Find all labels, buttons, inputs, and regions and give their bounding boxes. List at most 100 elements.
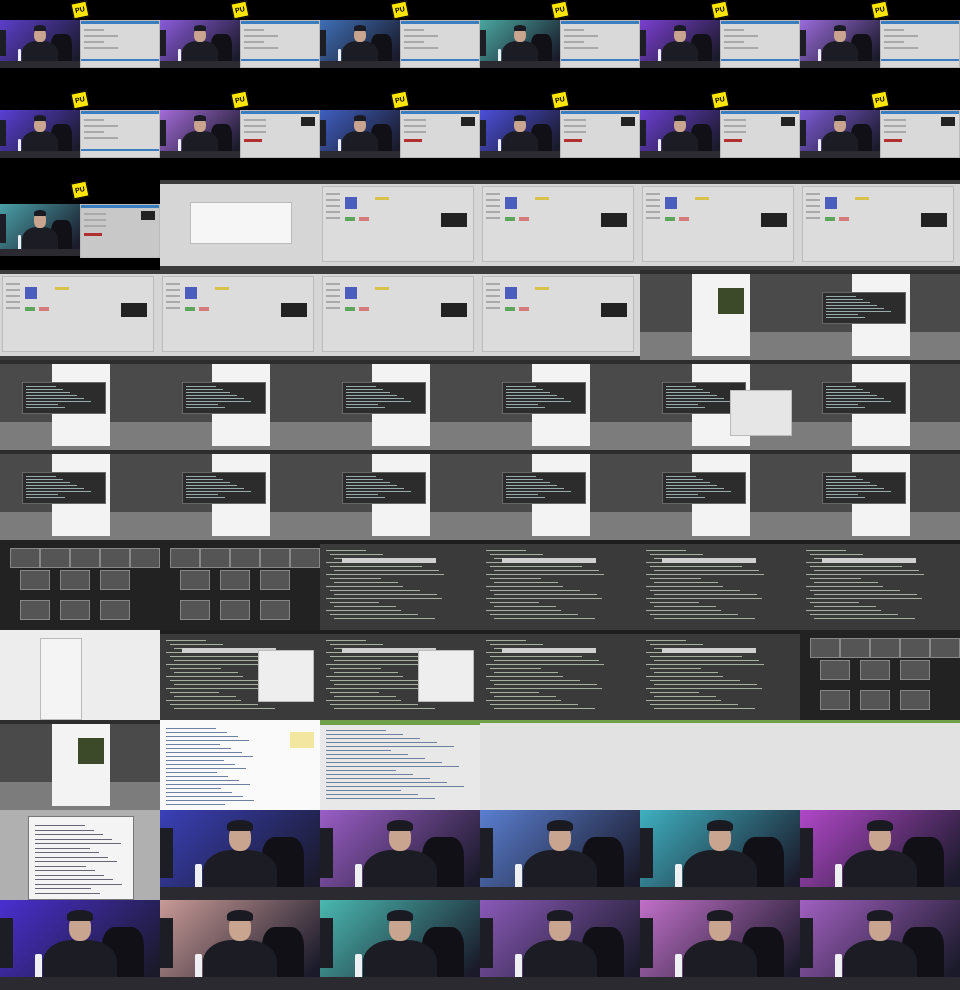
webcam-view: [800, 810, 960, 900]
text-row: [884, 125, 906, 127]
frame: [800, 630, 960, 720]
streamer: [0, 900, 160, 990]
terminal-line: [666, 407, 705, 408]
code-line: [494, 570, 599, 571]
code-line: [654, 684, 757, 685]
dark-table: [441, 303, 467, 317]
terminal-line: [346, 494, 378, 495]
frame: PU: [320, 0, 480, 90]
text-row: [84, 131, 104, 133]
desktop-gray: [160, 360, 320, 450]
red-indicator: [724, 139, 742, 142]
frame: [320, 630, 480, 720]
text-row: [326, 193, 340, 195]
window-thumbnail: [100, 600, 130, 620]
code-line: [490, 704, 578, 705]
cap: [707, 819, 733, 831]
text-line: [326, 786, 464, 787]
cap: [353, 115, 367, 122]
webcam-box: [640, 110, 720, 158]
desk: [640, 61, 720, 68]
text-line: [326, 750, 391, 751]
top-panel: [480, 630, 640, 634]
text-row: [166, 283, 180, 285]
code-line: [490, 692, 539, 693]
code-line: [330, 668, 381, 669]
text-row: [486, 199, 500, 201]
top-panel: [160, 630, 320, 634]
webcam-view: [0, 20, 80, 68]
text-row: [806, 205, 820, 207]
code-line: [810, 614, 898, 615]
yellow-sticker-icon: PU: [70, 90, 90, 110]
yellow-label: [855, 197, 869, 200]
monitor: [480, 29, 487, 56]
monitor: [320, 29, 327, 56]
code-line: [486, 676, 563, 677]
terminal-line: [826, 302, 870, 303]
desk: [0, 977, 160, 990]
terminal-line: [346, 392, 390, 393]
monitor: [480, 828, 493, 878]
desk: [0, 151, 80, 158]
code-line: [646, 640, 686, 641]
code-line: [654, 696, 716, 697]
terminal-line: [186, 497, 225, 498]
text-row: [404, 119, 426, 121]
terminal-line: [26, 407, 65, 408]
frame: [160, 540, 320, 630]
desktop-gray: [0, 360, 160, 450]
terminal-header: [662, 648, 756, 653]
terminal-line: [26, 392, 70, 393]
desktop-gray: [800, 450, 960, 540]
streamer: [640, 810, 800, 900]
frame: [160, 810, 320, 900]
code-line: [494, 696, 556, 697]
dark-table: [601, 213, 627, 227]
desk: [320, 61, 400, 68]
file-row: [35, 870, 95, 871]
terminal-line: [506, 398, 564, 399]
file-row: [35, 847, 90, 849]
app-window: [322, 276, 474, 352]
window-thumbnail: [100, 548, 130, 568]
text-row: [564, 35, 598, 37]
code-line: [654, 570, 759, 571]
terminal-line: [666, 485, 717, 486]
streamer: [480, 110, 560, 158]
terminal-line: [346, 404, 378, 405]
code-line: [326, 676, 403, 677]
text-line: [326, 798, 435, 799]
terminal-line: [666, 404, 698, 405]
code-line: [646, 700, 721, 701]
result-line: [166, 748, 231, 749]
file-manager: [0, 810, 160, 900]
code-line: [486, 574, 604, 575]
desktop-dark: [640, 540, 800, 630]
terminal-line: [26, 389, 63, 390]
terminal-line: [826, 488, 884, 489]
text-row: [84, 137, 118, 139]
code-line: [494, 606, 556, 607]
text-row: [6, 307, 20, 309]
result-line: [166, 728, 216, 729]
code-line: [486, 550, 526, 551]
terminal-line: [186, 395, 237, 396]
window-thumbnail: [130, 548, 160, 568]
webcam-box: [320, 20, 400, 68]
cap: [33, 115, 47, 122]
frame: [0, 810, 160, 900]
streamer: [800, 20, 880, 68]
window-thumbnail: [860, 690, 890, 710]
code-line: [494, 582, 558, 583]
red-indicator: [244, 139, 262, 142]
terminal-line: [346, 485, 397, 486]
text-row: [404, 29, 424, 31]
frame: [0, 540, 160, 630]
green-button: [345, 217, 355, 221]
file-row: [35, 861, 117, 862]
top-panel: [320, 270, 480, 274]
webcam-box: [800, 110, 880, 158]
desk: [480, 887, 640, 900]
text-row: [564, 47, 598, 49]
